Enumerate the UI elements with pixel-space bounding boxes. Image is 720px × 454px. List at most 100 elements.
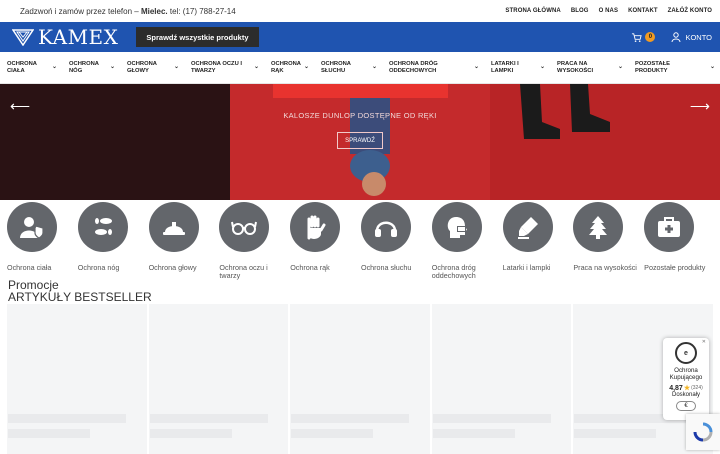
highlighter-icon (517, 217, 538, 239)
category-tile-head[interactable]: Ochrona głowy (148, 202, 219, 280)
trust-rating-text: Doskonały (671, 392, 700, 398)
product-card-placeholder[interactable] (290, 304, 430, 454)
link-contact[interactable]: KONTAKT (628, 8, 658, 14)
category-tile-body[interactable]: Ochrona ciała (6, 202, 77, 280)
category-tile-eyes[interactable]: Ochrona oczu i twarzy (218, 202, 289, 280)
category-label: Ochrona oczu i twarzy (219, 263, 268, 280)
cart-count-badge: 0 (645, 32, 656, 42)
phone-prefix: Zadzwoń i zamów przez telefon – (20, 6, 139, 16)
headphones-icon (374, 221, 397, 237)
footprints-icon (94, 218, 112, 235)
hero-bg-left (0, 84, 230, 200)
logo[interactable]: KAMEX (12, 25, 118, 49)
chevron-down-icon: ⌄ (303, 64, 309, 70)
account-button[interactable]: KONTO (671, 32, 712, 42)
cart-icon (632, 32, 643, 42)
chevron-down-icon: ⌄ (253, 64, 259, 70)
category-tile-legs[interactable]: Ochrona nóg (77, 202, 148, 280)
phone-info: Zadzwoń i zamów przez telefon – Mielec. … (20, 7, 236, 16)
category-tiles: Ochrona ciała Ochrona nóg Ochrona głowy (0, 202, 720, 280)
category-label: Ochrona rąk (290, 263, 330, 272)
recaptcha-icon (693, 422, 713, 442)
top-links: STRONA GŁÓWNA BLOG O NAS KONTAKT ZAŁÓŻ K… (505, 8, 712, 14)
category-tile-hearing[interactable]: Ochrona słuchu (360, 202, 431, 280)
product-card-placeholder[interactable] (431, 304, 571, 454)
hero-cta-button[interactable]: SPRAWDŹ (337, 132, 383, 149)
header-actions: 0 KONTO (631, 32, 712, 43)
nav-item-lamps[interactable]: LATARKI I LAMPKI ⌄ (484, 52, 550, 83)
category-tile-respiratory[interactable]: Ochrona dróg oddechowych (431, 202, 502, 280)
top-bar: Zadzwoń i zamów przez telefon – Mielec. … (0, 0, 720, 22)
hand-icon (307, 215, 326, 240)
logo-mark-icon (12, 29, 34, 46)
hero-banner: KALOSZE DUNLOP DOSTĘPNE OD RĘKI SPRAWDŹ … (0, 84, 720, 200)
category-nav: OCHRONA CIAŁA ⌄ OCHRONA NÓG ⌄ OCHRONA GŁOW… (0, 52, 720, 84)
nav-item-heights[interactable]: PRACA NA WYSOKOŚCI ⌄ (550, 52, 628, 83)
chevron-down-icon: ⌄ (473, 64, 479, 70)
recaptcha-badge[interactable] (686, 414, 720, 450)
category-tile-other[interactable]: Pozostałe produkty (643, 202, 714, 280)
chevron-down-icon: ⌄ (617, 64, 623, 70)
head-mask-icon (447, 217, 467, 238)
nav-item-hearing[interactable]: OCHRONA SŁUCHU ⌄ (314, 52, 382, 83)
trust-seal-icon: e (675, 342, 697, 364)
chevron-down-icon: ⌄ (173, 64, 179, 70)
link-register[interactable]: ZAŁÓŻ KONTO (668, 8, 712, 14)
chevron-down-icon: ⌄ (109, 64, 115, 70)
nav-item-head[interactable]: OCHRONA GŁOWY ⌄ (120, 52, 184, 83)
tree-icon (589, 216, 608, 239)
chevron-down-icon: ⌄ (51, 64, 57, 70)
category-tile-lamps[interactable]: Latarki i lampki (502, 202, 573, 280)
phone-number[interactable]: tel: (17) 788-27-14 (170, 7, 236, 16)
arrow-left-icon[interactable]: ⟵ (10, 98, 30, 115)
close-icon[interactable]: ✕ (702, 339, 706, 345)
nav-item-legs[interactable]: OCHRONA NÓG ⌄ (62, 52, 120, 83)
body-shield-icon (20, 217, 44, 239)
category-label: Ochrona dróg oddechowych (431, 263, 476, 280)
category-label: Ochrona nóg (77, 263, 120, 272)
star-icon: ★ (683, 385, 691, 392)
category-label: Ochrona słuchu (360, 263, 412, 272)
category-label: Pozostałe produkty (644, 263, 706, 272)
nav-item-eyes[interactable]: OCHRONA OCZU I TWARZY ⌄ (184, 52, 264, 83)
hard-hat-icon (162, 222, 185, 235)
category-tile-hands[interactable]: Ochrona rąk (289, 202, 360, 280)
product-card-placeholder[interactable] (7, 304, 147, 454)
trust-title: Ochrona Kupującego (669, 367, 703, 381)
nav-item-hands[interactable]: OCHRONA RĄK ⌄ (264, 52, 314, 83)
hero-title-strip (273, 84, 448, 98)
glasses-icon (231, 221, 258, 235)
category-tile-heights[interactable]: Praca na wysokości (572, 202, 643, 280)
trust-score-value: 4,87 (669, 384, 683, 392)
hero-caption: KALOSZE DUNLOP DOSTĘPNE OD RĘKI (283, 111, 437, 120)
phone-city: Mielec. (140, 6, 168, 16)
trusted-shops-badge[interactable]: ✕ e Ochrona Kupującego 4,87 ★ (324) Dosk… (663, 338, 709, 420)
trust-currency-chip[interactable]: € (676, 401, 696, 411)
all-products-button[interactable]: Sprawdź wszystkie produkty (136, 27, 259, 47)
main-header: KAMEX Sprawdź wszystkie produkty 0 KONTO (0, 22, 720, 52)
trust-review-count: (324) (691, 385, 703, 391)
arrow-right-icon[interactable]: ⟶ (690, 98, 710, 115)
bestseller-heading: ARTYKUŁY BESTSELLER (8, 290, 152, 304)
category-label: Latarki i lampki (502, 263, 551, 272)
chevron-down-icon: ⌄ (709, 64, 715, 70)
link-home[interactable]: STRONA GŁÓWNA (505, 8, 560, 14)
nav-item-body[interactable]: OCHRONA CIAŁA ⌄ (0, 52, 62, 83)
user-icon (671, 32, 681, 42)
account-label: KONTO (685, 32, 712, 42)
cart-button[interactable]: 0 (631, 32, 656, 43)
first-aid-icon (658, 217, 681, 237)
chevron-down-icon: ⌄ (371, 64, 377, 70)
bestseller-products (7, 304, 713, 454)
link-about[interactable]: O NAS (599, 8, 619, 14)
category-label: Praca na wysokości (573, 263, 637, 272)
nav-item-other[interactable]: POZOSTAŁE PRODUKTY ⌄ (628, 52, 720, 83)
chevron-down-icon: ⌄ (539, 64, 545, 70)
category-label: Ochrona ciała (7, 263, 52, 272)
logo-text: KAMEX (38, 25, 119, 49)
link-blog[interactable]: BLOG (571, 8, 589, 14)
trust-score: 4,87 ★ (324) (669, 384, 703, 393)
nav-item-respiratory[interactable]: OCHRONA DRÓG ODDECHOWYCH ⌄ (382, 52, 484, 83)
product-card-placeholder[interactable] (148, 304, 288, 454)
category-label: Ochrona głowy (148, 263, 197, 272)
